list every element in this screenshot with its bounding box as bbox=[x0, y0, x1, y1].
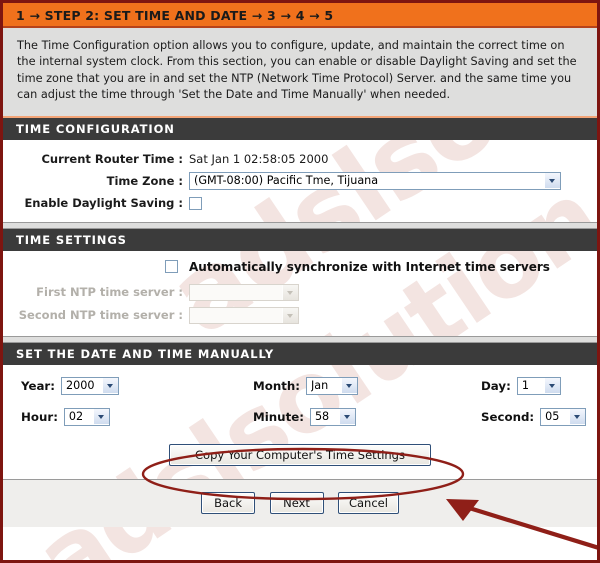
description-panel: The Time Configuration option allows you… bbox=[3, 28, 597, 118]
section-body-time-configuration: Current Router Time : Sat Jan 1 02:58:05… bbox=[3, 140, 597, 222]
first-ntp-select[interactable] bbox=[189, 283, 299, 301]
day-selected-value: 1 bbox=[521, 379, 529, 392]
minute-selected-value: 58 bbox=[314, 410, 330, 423]
day-label: Day: bbox=[481, 378, 511, 393]
chevron-down-icon bbox=[544, 173, 560, 188]
wizard-step-header: 1 → STEP 2: SET TIME AND DATE → 3 → 4 → … bbox=[3, 3, 597, 28]
cancel-button[interactable]: Cancel bbox=[337, 491, 399, 514]
chevron-down-icon bbox=[282, 284, 298, 300]
year-label: Year: bbox=[21, 378, 55, 393]
manual-datetime-grid: Year: 2000 Month: Jan Day: 1 Hour: 02 Mi… bbox=[3, 365, 597, 440]
first-ntp-label: First NTP time server : bbox=[36, 285, 183, 299]
second-select[interactable]: 05 bbox=[540, 407, 587, 426]
time-zone-select[interactable]: (GMT-08:00) Pacific Tme, Tijuana bbox=[189, 171, 561, 190]
description-text: The Time Configuration option allows you… bbox=[17, 39, 577, 102]
field-second: Second: 05 bbox=[481, 407, 597, 426]
daylight-saving-label: Enable Daylight Saving : bbox=[24, 195, 183, 210]
section-divider bbox=[3, 335, 597, 343]
section-divider bbox=[3, 221, 597, 229]
next-button[interactable]: Next bbox=[269, 491, 324, 514]
field-hour: Hour: 02 bbox=[21, 407, 253, 426]
second-selected-value: 05 bbox=[545, 410, 560, 423]
second-ntp-label: Second NTP time server : bbox=[18, 308, 183, 322]
current-router-time-value: Sat Jan 1 02:58:05 2000 bbox=[189, 151, 329, 166]
field-minute: Minute: 58 bbox=[253, 407, 481, 426]
time-zone-selected-value: (GMT-08:00) Pacific Tme, Tijuana bbox=[194, 174, 379, 187]
section-body-time-settings: Automatically synchronize with Internet … bbox=[3, 251, 597, 336]
copy-computer-time-settings-button[interactable]: Copy Your Computer's Time Settings bbox=[169, 443, 431, 466]
field-month: Month: Jan bbox=[253, 376, 481, 395]
row-daylight-saving: Enable Daylight Saving : bbox=[3, 193, 561, 213]
copy-button-container: Copy Your Computer's Time Settings bbox=[3, 440, 597, 479]
month-label: Month: bbox=[253, 378, 300, 393]
chevron-down-icon bbox=[338, 409, 355, 424]
row-first-ntp: First NTP time server : bbox=[3, 281, 299, 304]
chevron-down-icon bbox=[569, 409, 586, 424]
section-header-time-settings: TIME SETTINGS bbox=[3, 228, 597, 251]
time-zone-label: Time Zone : bbox=[106, 173, 183, 188]
ntp-form: First NTP time server : Second NTP time … bbox=[3, 281, 299, 327]
hour-label: Hour: bbox=[21, 409, 58, 424]
row-auto-sync: Automatically synchronize with Internet … bbox=[3, 260, 597, 274]
minute-label: Minute: bbox=[253, 409, 304, 424]
section-header-manual-datetime: SET THE DATE AND TIME MANUALLY bbox=[3, 342, 597, 365]
auto-sync-label: Automatically synchronize with Internet … bbox=[189, 259, 550, 274]
row-time-zone: Time Zone : (GMT-08:00) Pacific Tme, Tij… bbox=[3, 169, 561, 193]
time-configuration-form: Current Router Time : Sat Jan 1 02:58:05… bbox=[3, 149, 561, 213]
minute-select[interactable]: 58 bbox=[309, 407, 356, 426]
wizard-footer: Back Next Cancel bbox=[3, 478, 597, 527]
section-header-time-configuration: TIME CONFIGURATION bbox=[3, 117, 597, 140]
back-button[interactable]: Back bbox=[201, 491, 256, 514]
chevron-down-icon bbox=[282, 307, 298, 323]
month-selected-value: Jan bbox=[311, 379, 329, 392]
row-second-ntp: Second NTP time server : bbox=[3, 304, 299, 327]
current-router-time-label: Current Router Time : bbox=[41, 151, 183, 166]
second-label: Second: bbox=[481, 409, 535, 424]
section-body-manual-datetime: Year: 2000 Month: Jan Day: 1 Hour: 02 Mi… bbox=[3, 365, 597, 479]
row-current-router-time: Current Router Time : Sat Jan 1 02:58:05… bbox=[3, 149, 561, 169]
chevron-down-icon bbox=[341, 378, 357, 393]
chevron-down-icon bbox=[92, 409, 109, 424]
field-year: Year: 2000 bbox=[21, 376, 253, 395]
second-ntp-select[interactable] bbox=[189, 306, 299, 324]
field-day: Day: 1 bbox=[481, 376, 597, 395]
daylight-saving-checkbox[interactable] bbox=[189, 196, 202, 210]
auto-sync-checkbox[interactable] bbox=[165, 260, 178, 273]
hour-select[interactable]: 02 bbox=[63, 407, 110, 426]
month-select[interactable]: Jan bbox=[306, 376, 358, 395]
chevron-down-icon bbox=[543, 378, 560, 393]
hour-selected-value: 02 bbox=[68, 410, 84, 423]
chevron-down-icon bbox=[101, 378, 118, 393]
year-selected-value: 2000 bbox=[65, 379, 95, 392]
day-select[interactable]: 1 bbox=[516, 376, 561, 395]
year-select[interactable]: 2000 bbox=[60, 376, 119, 395]
router-setup-page: adslsolution adslsolution 1 → STEP 2: SE… bbox=[0, 0, 600, 563]
